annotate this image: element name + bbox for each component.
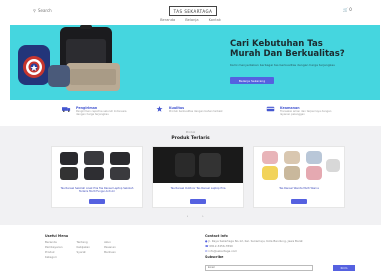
features-row: Pengiriman Pengiriman cepat ke seluruh I…: [0, 103, 381, 121]
cart-icon: 🛒: [343, 7, 348, 12]
footer-link[interactable]: Bantuan: [104, 250, 116, 255]
contact-email-text: info@sekartaga.com: [208, 248, 238, 253]
nav-item-kontak[interactable]: Kontak: [209, 18, 221, 22]
search-icon: ⚲: [33, 8, 36, 13]
footer-col: Tentang Kebijakan Syarat: [77, 240, 91, 260]
subscribe-email-input[interactable]: [205, 265, 313, 271]
product-card[interactable]: Tas Ransel Outdoor Tas Ransel Laptop Pri…: [152, 146, 244, 208]
cart-count: 0: [349, 7, 352, 12]
carousel-pagination: ‹ ›: [187, 214, 203, 218]
search-button[interactable]: ⚲ Search: [33, 8, 52, 13]
contact-title: Contact Info: [205, 234, 228, 238]
next-button[interactable]: ›: [202, 214, 203, 218]
product-buy-button[interactable]: [190, 199, 206, 204]
product-buy-button[interactable]: [291, 199, 307, 204]
product-image: [52, 147, 142, 183]
subscribe-button[interactable]: Kirim: [333, 265, 355, 271]
site-logo[interactable]: TAS SEKARTAGA: [169, 6, 217, 16]
logo-text: TAS SEKARTAGA: [173, 8, 213, 14]
product-card[interactable]: Tas Ransel Sekolah Anak Pria Tas Ransel …: [51, 146, 143, 208]
main-nav: Beranda Belanja Kontak: [0, 18, 381, 22]
product-name[interactable]: Tas Ransel Outdoor Tas Ransel Laptop Pri…: [157, 187, 239, 190]
shield-icon: [266, 106, 275, 112]
star-icon: [156, 106, 163, 112]
footer-col: Beranda Pembayaran Produk Kategori: [45, 240, 63, 260]
footer: Useful Menu Beranda Pembayaran Produk Ka…: [0, 232, 381, 280]
feature-quality: Kualitas Produk berkualitas dengan bahan…: [155, 106, 224, 113]
cart-button[interactable]: 🛒 0: [343, 7, 352, 12]
feature-desc: Pengiriman cepat ke seluruh Indonesia de…: [76, 110, 127, 116]
contact-address-text: Jl. Raya Sekartaga No.12, Kel. Sukamaju,…: [208, 239, 303, 243]
footer-col: Akun Pesanan Bantuan: [104, 240, 116, 260]
section-title: Produk Terlaris: [171, 136, 210, 141]
mail-icon: ✉: [205, 248, 208, 253]
product-image: [254, 147, 344, 183]
hero-title: Cari Kebutuhan Tas Murah Dan Berkualitas…: [230, 39, 345, 59]
hero-subtitle: Kami menyediakan berbagai tas berkualita…: [230, 63, 336, 67]
product-name[interactable]: Tas Ransel Sekolah Anak Pria Tas Ransel …: [56, 187, 138, 193]
product-buy-button[interactable]: [89, 199, 105, 204]
feature-desc: Produk berkualitas dengan bahan terbaik: [169, 110, 223, 113]
footer-menu: Useful Menu Beranda Pembayaran Produk Ka…: [45, 234, 116, 260]
hero-bags-image: [18, 25, 120, 91]
footer-link[interactable]: Syarat: [77, 250, 91, 255]
feature-desc: Transaksi aman dan terpercaya dengan lay…: [280, 110, 332, 116]
nav-item-beranda[interactable]: Beranda: [160, 18, 175, 22]
product-image: [153, 147, 243, 183]
product-card[interactable]: Tas Ransel Wanita Multi Warna: [253, 146, 345, 208]
shop-now-button[interactable]: Belanja Sekarang: [230, 77, 274, 84]
product-name[interactable]: Tas Ransel Wanita Multi Warna: [258, 187, 340, 190]
nav-item-belanja[interactable]: Belanja: [185, 18, 198, 22]
section-kicker: Produk: [185, 130, 196, 134]
contact-email: ✉ info@sekartaga.com: [205, 249, 355, 254]
footer-link[interactable]: Kategori: [45, 255, 63, 260]
footer-menu-title: Useful Menu: [45, 234, 69, 238]
subscribe-title: Subscribe: [205, 254, 224, 259]
top-bar: ⚲ Search TAS SEKARTAGA 🛒 0 Beranda Belan…: [0, 0, 381, 28]
search-label: Search: [37, 8, 52, 13]
footer-contact: Contact Info ● Jl. Raya Sekartaga No.12,…: [205, 234, 355, 259]
feature-shipping: Pengiriman Pengiriman cepat ke seluruh I…: [62, 106, 131, 116]
contact-phone-text: 0812-3456-7890: [209, 243, 233, 248]
prev-button[interactable]: ‹: [187, 214, 188, 218]
truck-icon: [62, 107, 71, 112]
feature-security: Keamanan Transaksi aman dan terpercaya d…: [266, 106, 335, 116]
phone-icon: ☎: [205, 243, 209, 248]
hero-banner: Cari Kebutuhan Tas Murah Dan Berkualitas…: [10, 25, 380, 100]
